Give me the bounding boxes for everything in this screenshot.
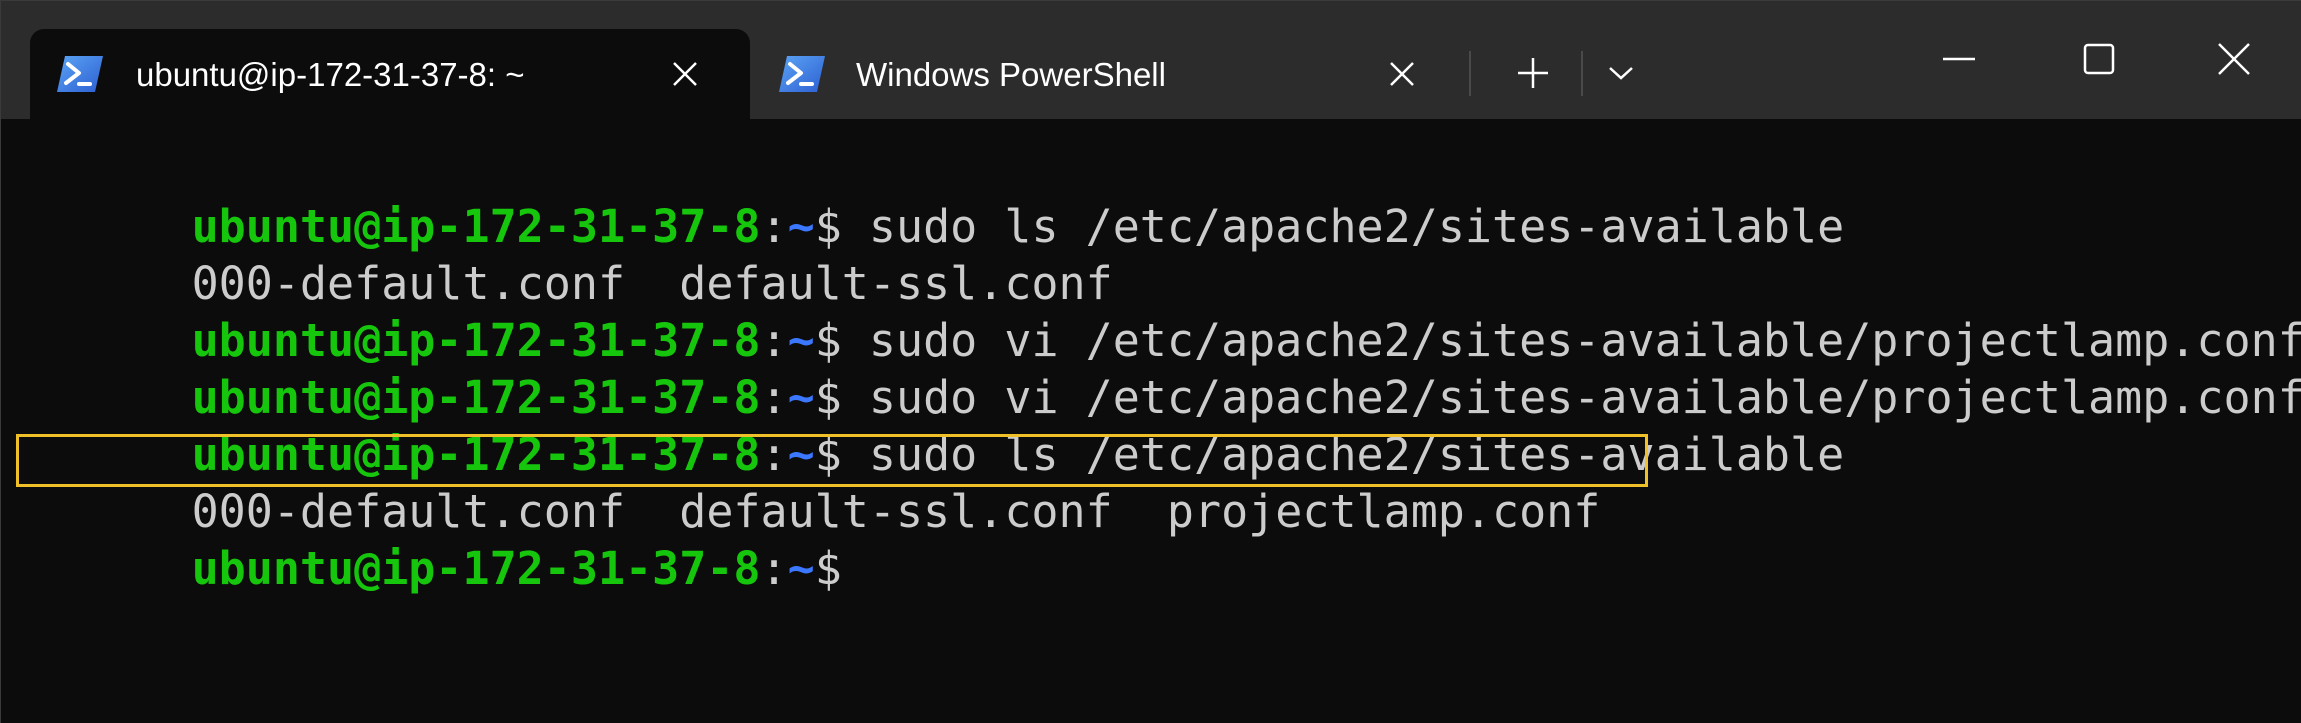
terminal-line: 000-default.conf default-ssl.conf [29, 198, 1113, 310]
tab-dropdown-button[interactable] [1601, 53, 1641, 93]
tab-windows-powershell[interactable]: Windows PowerShell [759, 29, 1439, 120]
new-tab-button[interactable] [1509, 49, 1557, 97]
close-icon [2217, 42, 2251, 76]
prompt-user: ubuntu@ip-172-31-37-8 [191, 542, 761, 595]
tab-ubuntu[interactable]: ubuntu@ip-172-31-37-8: ~ [30, 29, 750, 120]
title-bar: ubuntu@ip-172-31-37-8: ~ Windows PowerSh… [0, 0, 2301, 120]
powershell-icon [57, 56, 103, 92]
tab-title: Windows PowerShell [856, 56, 1166, 93]
terminal-window: ubuntu@ip-172-31-37-8: ~ Windows PowerSh… [0, 0, 2301, 723]
powershell-icon [779, 56, 825, 92]
maximize-button[interactable] [2071, 31, 2127, 87]
tab-title: ubuntu@ip-172-31-37-8: ~ [136, 56, 525, 93]
minimize-button[interactable] [1931, 31, 1987, 87]
tab-close-icon[interactable] [1387, 59, 1417, 89]
maximize-icon [2083, 43, 2115, 75]
terminal-line: ubuntu@ip-172-31-37-8:~$ sudo ls /etc/ap… [29, 141, 1845, 253]
chevron-down-icon [1608, 65, 1634, 81]
terminal-line: ubuntu@ip-172-31-37-8:~$ sudo vi /etc/ap… [29, 255, 2301, 367]
terminal-line: ubuntu@ip-172-31-37-8:~$ [29, 483, 842, 595]
plus-icon [1516, 56, 1550, 90]
terminal-content[interactable]: ubuntu@ip-172-31-37-8:~$ sudo ls /etc/ap… [0, 119, 2301, 723]
terminal-line: ubuntu@ip-172-31-37-8:~$ sudo vi /etc/ap… [29, 312, 2301, 424]
prompt-dollar: $ [814, 542, 842, 595]
tab-divider [1581, 51, 1583, 96]
close-window-button[interactable] [2206, 31, 2262, 87]
tab-divider [1469, 51, 1471, 96]
prompt-path: ~ [787, 542, 815, 595]
minimize-icon [1943, 57, 1975, 61]
prompt-colon: : [760, 542, 788, 595]
tab-close-icon[interactable] [670, 59, 700, 89]
highlight-box [16, 434, 1648, 487]
terminal-line: ubuntu@ip-172-31-37-8:~$ sudo ls /etc/ap… [29, 369, 1845, 481]
